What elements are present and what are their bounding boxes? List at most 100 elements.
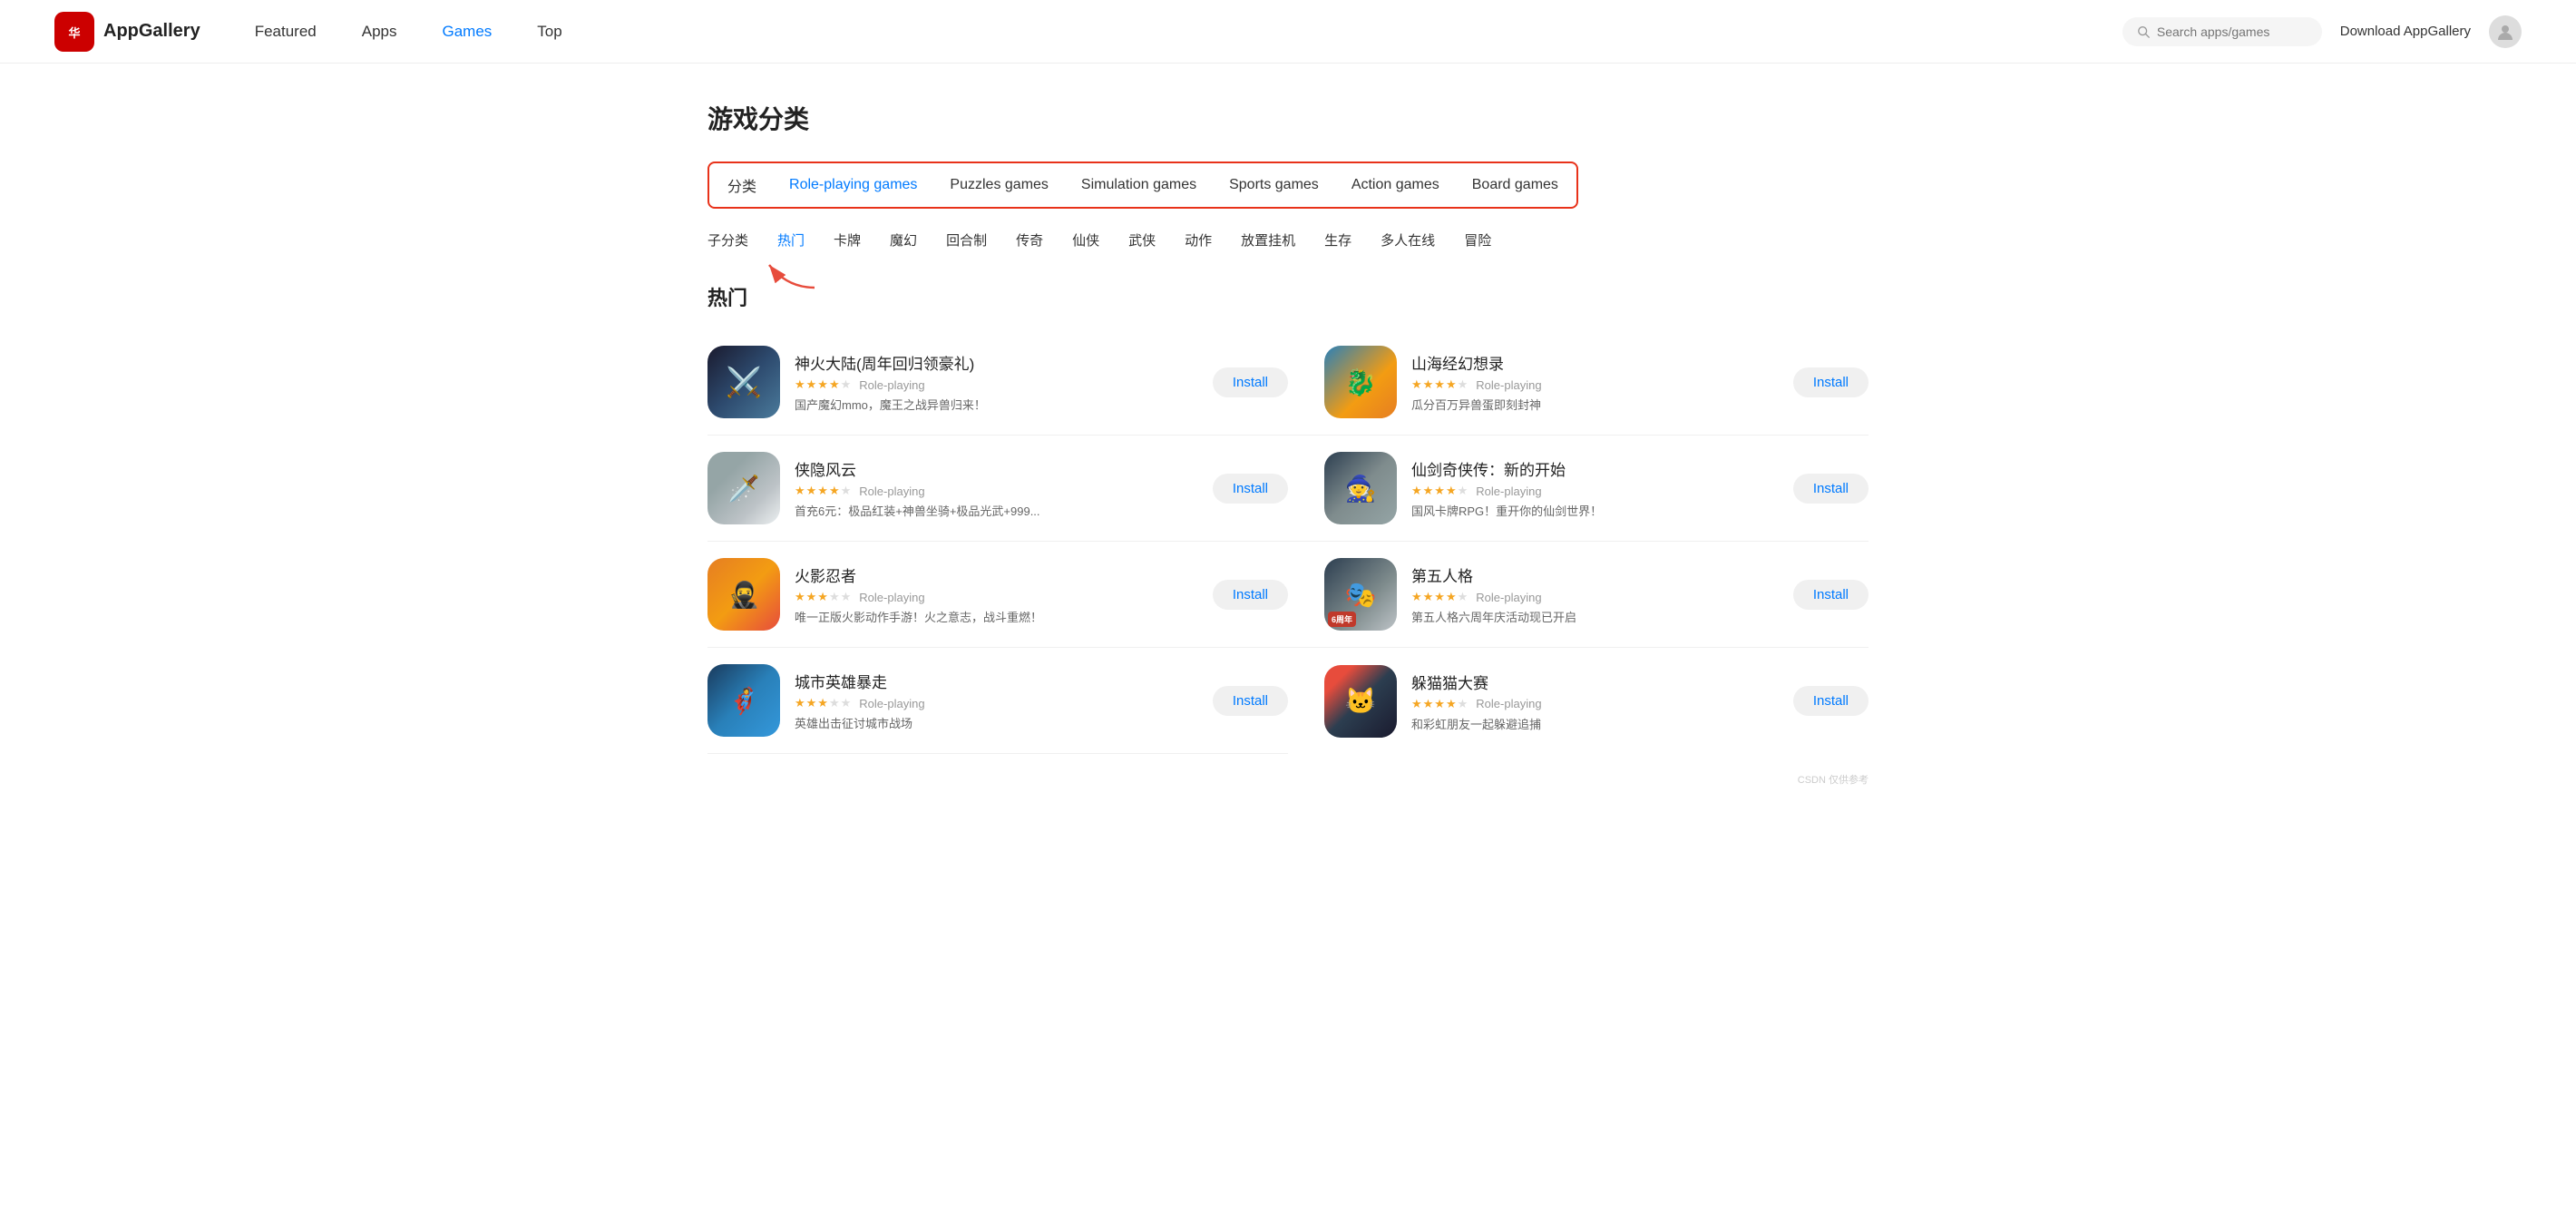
game-stars-3: ★★★★★ <box>795 484 852 498</box>
sub-legend[interactable]: 传奇 <box>1016 230 1043 250</box>
search-input[interactable] <box>2157 24 2308 39</box>
page-title: 游戏分类 <box>707 100 1869 136</box>
game-desc-1: 国产魔幻mmo，魔王之战异兽归来！ <box>795 396 1103 413</box>
category-role-playing[interactable]: Role-playing games <box>789 177 917 193</box>
game-desc-2: 瓜分百万异兽蛋即刻封神 <box>1411 396 1720 413</box>
sub-idle[interactable]: 放置挂机 <box>1241 230 1295 250</box>
game-item-4: 🧙 仙剑奇侠传：新的开始 ★★★★★ Role-playing 国风卡牌RPG！… <box>1288 436 1869 542</box>
install-button-2[interactable]: Install <box>1793 367 1869 397</box>
header-right: Download AppGallery <box>2122 15 2522 48</box>
game-meta-8: ★★★★★ Role-playing <box>1411 697 1779 711</box>
nav-apps[interactable]: Apps <box>362 23 397 41</box>
game-meta-7: ★★★★★ Role-playing <box>795 696 1198 710</box>
game-info-7: 城市英雄暴走 ★★★★★ Role-playing 英雄出击征讨城市战场 <box>795 670 1198 731</box>
subcategory-bar: 子分类 热门 卡牌 魔幻 回合制 传奇 仙侠 武侠 动作 放置挂机 生存 多人在… <box>707 230 1869 250</box>
user-avatar[interactable] <box>2489 15 2522 48</box>
game-info-6: 第五人格 ★★★★★ Role-playing 第五人格六周年庆活动现已开启 <box>1411 563 1779 625</box>
logo-icon: 华 <box>54 12 94 52</box>
game-item-7: 🦸 城市英雄暴走 ★★★★★ Role-playing 英雄出击征讨城市战场 I… <box>707 648 1288 754</box>
game-icon-3: 🗡️ <box>707 452 780 524</box>
game-item-2: 🐉 山海经幻想录 ★★★★★ Role-playing 瓜分百万异兽蛋即刻封神 … <box>1288 329 1869 436</box>
sub-wuxia[interactable]: 武侠 <box>1128 230 1156 250</box>
sub-survival[interactable]: 生存 <box>1324 230 1351 250</box>
game-genre-8: Role-playing <box>1476 697 1541 710</box>
game-info-2: 山海经幻想录 ★★★★★ Role-playing 瓜分百万异兽蛋即刻封神 <box>1411 351 1779 413</box>
game-meta-3: ★★★★★ Role-playing <box>795 484 1198 498</box>
main-content: 游戏分类 分类 Role-playing games Puzzles games… <box>653 64 1923 823</box>
install-button-7[interactable]: Install <box>1213 686 1288 716</box>
game-genre-5: Role-playing <box>859 591 924 604</box>
game-genre-7: Role-playing <box>859 697 924 710</box>
sub-mmo[interactable]: 多人在线 <box>1381 230 1435 250</box>
game-info-5: 火影忍者 ★★★★★ Role-playing 唯一正版火影动作手游！火之意志，… <box>795 563 1198 625</box>
category-board[interactable]: Board games <box>1472 177 1558 193</box>
game-desc-3: 首充6元：极品红装+神兽坐骑+极品光武+999... <box>795 502 1103 519</box>
sub-turn[interactable]: 回合制 <box>946 230 987 250</box>
game-desc-6: 第五人格六周年庆活动现已开启 <box>1411 608 1720 625</box>
game-item-1: ⚔️ 神火大陆(周年回归领豪礼) ★★★★★ Role-playing 国产魔幻… <box>707 329 1288 436</box>
install-button-6[interactable]: Install <box>1793 580 1869 610</box>
game-genre-1: Role-playing <box>859 378 924 392</box>
install-button-5[interactable]: Install <box>1213 580 1288 610</box>
category-sports[interactable]: Sports games <box>1229 177 1319 193</box>
game-stars-8: ★★★★★ <box>1411 697 1469 711</box>
game-desc-7: 英雄出击征讨城市战场 <box>795 714 1103 731</box>
sub-action[interactable]: 动作 <box>1185 230 1212 250</box>
install-button-4[interactable]: Install <box>1793 474 1869 504</box>
category-action[interactable]: Action games <box>1351 177 1439 193</box>
search-bar[interactable] <box>2122 17 2322 46</box>
game-desc-5: 唯一正版火影动作手游！火之意志，战斗重燃！ <box>795 608 1103 625</box>
install-button-1[interactable]: Install <box>1213 367 1288 397</box>
game-name-8: 躲猫猫大赛 <box>1411 671 1779 693</box>
game-icon-7: 🦸 <box>707 664 780 737</box>
install-button-8[interactable]: Install <box>1793 686 1869 716</box>
category-simulation[interactable]: Simulation games <box>1081 177 1196 193</box>
game-info-8: 躲猫猫大赛 ★★★★★ Role-playing 和彩虹朋友一起躲避追捕 <box>1411 671 1779 732</box>
download-appgallery-button[interactable]: Download AppGallery <box>2340 24 2471 39</box>
game-name-7: 城市英雄暴走 <box>795 670 1198 692</box>
game-stars-7: ★★★★★ <box>795 696 852 710</box>
game-info-3: 侠隐风云 ★★★★★ Role-playing 首充6元：极品红装+神兽坐骑+极… <box>795 457 1198 519</box>
game-badge-6: 6周年 <box>1328 612 1356 627</box>
game-stars-4: ★★★★★ <box>1411 484 1469 498</box>
category-bar: 分类 Role-playing games Puzzles games Simu… <box>707 162 1578 209</box>
game-name-3: 侠隐风云 <box>795 457 1198 480</box>
subcategory-label: 子分类 <box>707 230 748 250</box>
category-puzzles[interactable]: Puzzles games <box>950 177 1049 193</box>
sub-xianxia[interactable]: 仙侠 <box>1072 230 1099 250</box>
category-label: 分类 <box>727 174 756 196</box>
game-genre-2: Role-playing <box>1476 378 1541 392</box>
arrow-annotation <box>760 256 833 292</box>
footer-note: CSDN 仅供参考 <box>707 772 1869 787</box>
logo[interactable]: 华 AppGallery <box>54 12 200 52</box>
game-item-6: 🎭 6周年 第五人格 ★★★★★ Role-playing 第五人格六周年庆活动… <box>1288 542 1869 648</box>
sub-hot[interactable]: 热门 <box>777 230 805 250</box>
nav-games[interactable]: Games <box>443 23 493 41</box>
game-stars-6: ★★★★★ <box>1411 590 1469 604</box>
game-meta-2: ★★★★★ Role-playing <box>1411 377 1779 392</box>
user-icon <box>2495 22 2515 42</box>
sub-card[interactable]: 卡牌 <box>834 230 861 250</box>
game-genre-4: Role-playing <box>1476 485 1541 498</box>
nav-top[interactable]: Top <box>537 23 561 41</box>
sub-magic[interactable]: 魔幻 <box>890 230 917 250</box>
game-meta-1: ★★★★★ Role-playing <box>795 377 1198 392</box>
nav-featured[interactable]: Featured <box>255 23 317 41</box>
logo-text: AppGallery <box>103 21 200 42</box>
game-icon-1: ⚔️ <box>707 346 780 418</box>
install-button-3[interactable]: Install <box>1213 474 1288 504</box>
header: 华 AppGallery Featured Apps Games Top Dow… <box>0 0 2576 64</box>
game-name-1: 神火大陆(周年回归领豪礼) <box>795 351 1198 374</box>
search-icon <box>2137 24 2150 39</box>
sub-adventure[interactable]: 冒险 <box>1464 230 1491 250</box>
game-name-4: 仙剑奇侠传：新的开始 <box>1411 457 1779 480</box>
main-nav: Featured Apps Games Top <box>255 23 2122 41</box>
game-icon-2: 🐉 <box>1324 346 1397 418</box>
game-name-6: 第五人格 <box>1411 563 1779 586</box>
game-name-2: 山海经幻想录 <box>1411 351 1779 374</box>
game-meta-5: ★★★★★ Role-playing <box>795 590 1198 604</box>
game-item-8: 🐱 躲猫猫大赛 ★★★★★ Role-playing 和彩虹朋友一起躲避追捕 I… <box>1288 648 1869 754</box>
game-stars-2: ★★★★★ <box>1411 377 1469 392</box>
svg-text:华: 华 <box>68 26 80 40</box>
game-item-5: 🥷 火影忍者 ★★★★★ Role-playing 唯一正版火影动作手游！火之意… <box>707 542 1288 648</box>
